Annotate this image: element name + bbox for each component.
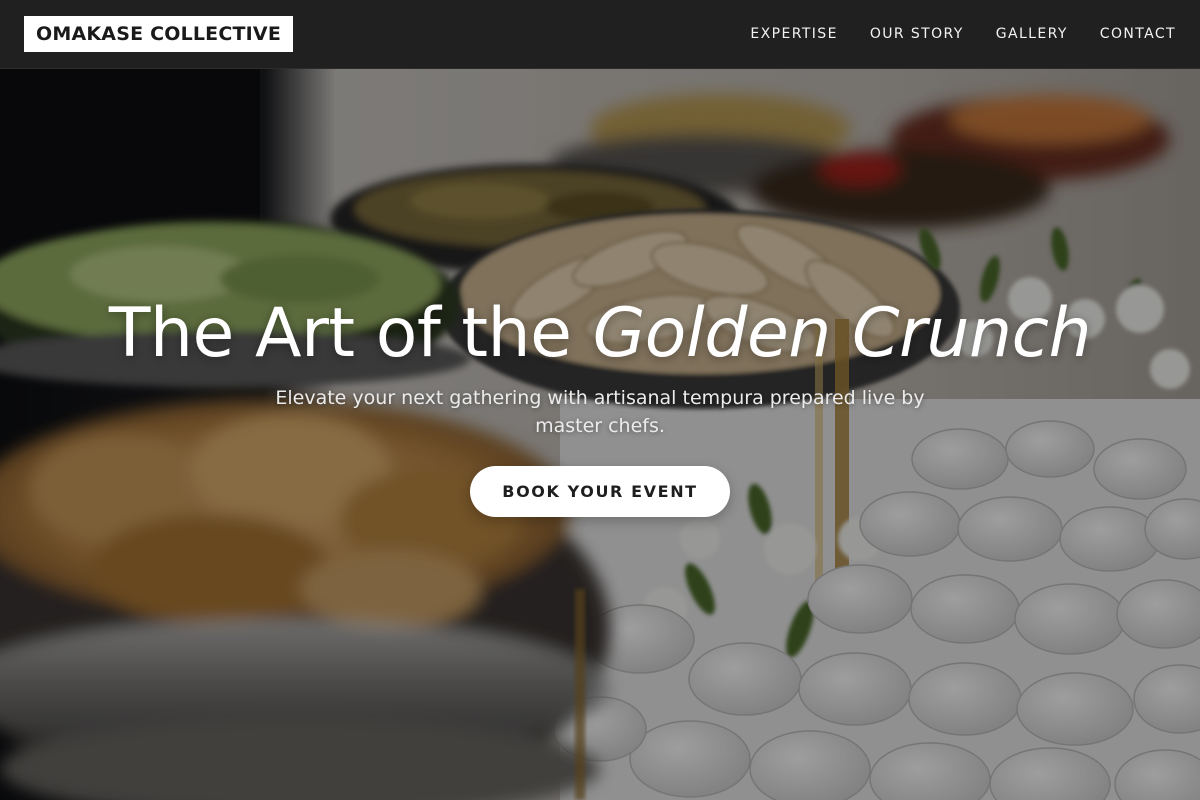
- hero-title: The Art of the Golden Crunch: [0, 291, 1200, 377]
- nav-link-gallery[interactable]: GALLERY: [996, 26, 1068, 42]
- site-logo[interactable]: OMAKASE COLLECTIVE: [24, 16, 294, 52]
- book-event-button[interactable]: BOOK YOUR EVENT: [470, 466, 730, 517]
- nav-link-our-story[interactable]: OUR STORY: [870, 26, 964, 42]
- hero-subtitle: Elevate your next gathering with artisan…: [275, 387, 925, 437]
- hero-title-plain: The Art of the: [108, 294, 593, 373]
- hero-section: The Art of the Golden Crunch Elevate you…: [0, 69, 1200, 800]
- main-nav: EXPERTISE OUR STORY GALLERY CONTACT: [750, 0, 1176, 68]
- hero-title-emphasis: Golden Crunch: [592, 294, 1092, 373]
- hero-content: The Art of the Golden Crunch Elevate you…: [0, 69, 1200, 800]
- nav-link-contact[interactable]: CONTACT: [1100, 26, 1176, 42]
- site-header: OMAKASE COLLECTIVE EXPERTISE OUR STORY G…: [0, 0, 1200, 69]
- nav-link-expertise[interactable]: EXPERTISE: [750, 26, 837, 42]
